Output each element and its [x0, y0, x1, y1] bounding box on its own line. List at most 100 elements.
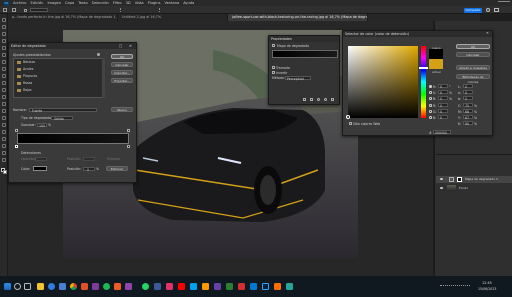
blur-tool-icon[interactable]: [2, 109, 6, 113]
app-icon[interactable]: [190, 283, 197, 290]
hue-field[interactable]: 0: [438, 84, 448, 89]
browser-icon[interactable]: [48, 283, 55, 290]
app-icon[interactable]: [103, 283, 110, 290]
pen-tool-icon[interactable]: [2, 123, 6, 127]
window-controls[interactable]: [498, 1, 510, 5]
menu-vista[interactable]: Vista: [135, 1, 144, 5]
folder-item[interactable]: [17, 75, 21, 78]
presets-list[interactable]: [13, 58, 105, 98]
whatsapp-icon[interactable]: [142, 283, 149, 290]
ok-button[interactable]: OK: [111, 54, 133, 59]
gradient-tool-icon[interactable]: [2, 102, 6, 106]
menu-texto[interactable]: Texto: [78, 1, 87, 5]
dodge-tool-icon[interactable]: [2, 116, 6, 120]
folder-label[interactable]: Básicos: [23, 60, 35, 64]
lab-a-field[interactable]: 0: [463, 90, 473, 95]
chrome-icon[interactable]: [70, 283, 77, 290]
hsb-s-radio[interactable]: [429, 91, 432, 94]
gradient-preview-bar[interactable]: [17, 133, 129, 144]
close-icon[interactable]: ✕: [486, 31, 489, 35]
menu-archivo[interactable]: Archivo: [13, 1, 26, 5]
folder-item[interactable]: [17, 82, 21, 85]
name-field[interactable]: Fuerte: [29, 107, 97, 113]
task-view-icon[interactable]: [24, 283, 31, 290]
visibility-icon[interactable]: [440, 178, 443, 180]
ok-button[interactable]: OK: [456, 44, 490, 49]
dither-checkbox[interactable]: [272, 66, 275, 69]
web-only-checkbox[interactable]: [349, 122, 352, 125]
stop-color-swatch[interactable]: [33, 166, 47, 171]
option-checkbox[interactable]: [24, 8, 27, 12]
folder-item[interactable]: [17, 68, 21, 71]
store-icon[interactable]: [59, 283, 66, 290]
menu-capa[interactable]: Capa: [65, 1, 74, 5]
menu-filtro[interactable]: Filtro: [113, 1, 122, 5]
hsb-b-radio[interactable]: [429, 97, 432, 100]
file-explorer-icon[interactable]: [37, 283, 44, 290]
lasso-tool-icon[interactable]: [2, 32, 6, 36]
app-icon[interactable]: [92, 283, 99, 290]
quick-select-tool-icon[interactable]: [2, 39, 6, 43]
current-color-swatch[interactable]: [429, 59, 443, 69]
saturation-brightness-field[interactable]: [348, 46, 418, 118]
eyedropper-tool-icon[interactable]: [2, 60, 6, 64]
color-stop-marker[interactable]: [127, 145, 130, 148]
menu-ayuda[interactable]: Ayuda: [183, 1, 194, 5]
cancel-button[interactable]: Cancelar: [111, 62, 133, 67]
add-to-swatches-button[interactable]: Añadir a muestras: [456, 65, 490, 70]
folder-label[interactable]: Púrpuras: [23, 74, 37, 78]
gradient-map-bar[interactable]: [272, 50, 338, 58]
tab-document-3[interactable]: jaillee-sport-car-with-black-texturing-o…: [228, 14, 368, 21]
app-icon[interactable]: [250, 283, 257, 290]
presets-settings-icon[interactable]: [97, 53, 100, 56]
visibility-icon[interactable]: [440, 187, 443, 189]
brush-tool-icon[interactable]: [2, 74, 6, 78]
hue-slider-handle[interactable]: [419, 67, 428, 69]
view-previous-icon[interactable]: [310, 98, 313, 101]
move-tool-icon[interactable]: [12, 8, 16, 12]
visibility-icon[interactable]: [324, 98, 327, 101]
menu-plugins[interactable]: Plugins: [148, 1, 161, 5]
rgb-g-radio[interactable]: [429, 110, 432, 113]
app-icon[interactable]: [114, 283, 121, 290]
hand-tool-icon[interactable]: [2, 151, 6, 155]
trash-icon[interactable]: [331, 98, 334, 101]
blue-field[interactable]: 0: [438, 115, 448, 120]
layer-name[interactable]: Mapa de degradado 1: [465, 177, 498, 181]
color-stop-marker[interactable]: [15, 145, 18, 148]
photoshop-taskbar-icon[interactable]: [262, 283, 269, 290]
minimize-icon[interactable]: □: [119, 43, 122, 49]
lab-l-field[interactable]: 0: [463, 84, 473, 89]
hue-slider[interactable]: [421, 46, 426, 118]
path-select-tool-icon[interactable]: [2, 137, 6, 141]
menu-ventana[interactable]: Ventana: [164, 1, 179, 5]
export-button[interactable]: Exportar...: [111, 78, 133, 83]
app-icon[interactable]: [286, 283, 293, 290]
folder-label[interactable]: Rojos: [23, 88, 32, 92]
app-icon[interactable]: [202, 283, 209, 290]
share-button[interactable]: Compartir: [464, 8, 482, 13]
lab-b-field[interactable]: 0: [463, 96, 473, 101]
folder-label[interactable]: Rosas: [23, 81, 32, 85]
folder-item[interactable]: [17, 61, 21, 64]
reset-icon[interactable]: [317, 98, 320, 101]
rgb-r-radio[interactable]: [429, 104, 432, 107]
reverse-checkbox[interactable]: [272, 71, 275, 74]
folder-label[interactable]: Azules: [23, 67, 33, 71]
cyan-field[interactable]: 75: [463, 103, 473, 108]
app-icon[interactable]: [214, 283, 221, 290]
delete-stop-button[interactable]: Eliminar: [106, 166, 128, 171]
hsb-h-radio[interactable]: [429, 85, 432, 88]
search-icon[interactable]: [14, 283, 21, 290]
app-icon[interactable]: [178, 283, 185, 290]
frame-tool-icon[interactable]: [2, 53, 6, 57]
red-field[interactable]: 0: [438, 103, 448, 108]
search-icon[interactable]: [486, 8, 490, 12]
align-icons[interactable]: [120, 8, 160, 12]
color-libraries-button[interactable]: Bibliotecas de colores: [456, 74, 490, 84]
layer-mask-thumbnail[interactable]: [457, 177, 462, 182]
black-field[interactable]: 90: [463, 121, 473, 126]
rgb-b-radio[interactable]: [429, 116, 432, 119]
magenta-field[interactable]: 68: [463, 109, 473, 114]
menu-imagen[interactable]: Imagen: [47, 1, 61, 5]
